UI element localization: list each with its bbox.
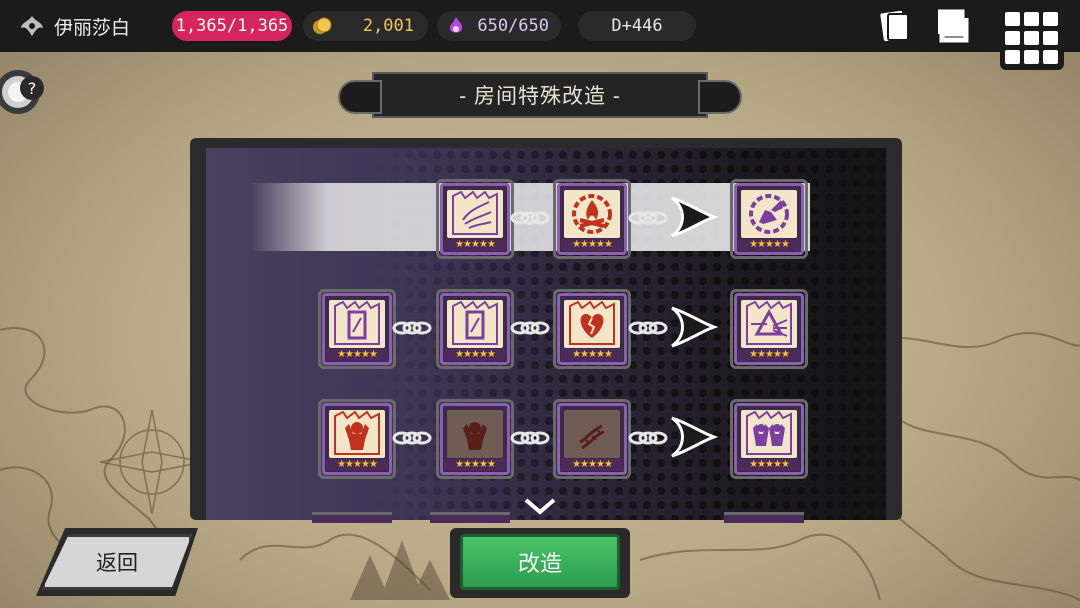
upgrade-tile[interactable]: ★★★★★ — [553, 179, 631, 259]
upgrade-arrow-icon — [671, 306, 719, 348]
upgrade-tile[interactable]: ★★★★★ — [318, 399, 396, 479]
star-rating: ★★★★★ — [561, 349, 623, 361]
next-row-tile — [430, 512, 510, 523]
svg-text:?: ? — [28, 79, 37, 98]
result-tile[interactable]: ★★★★★ — [730, 399, 808, 479]
glass-panel-icon — [452, 300, 498, 345]
broken-heart-icon — [569, 300, 615, 345]
brawler-icon — [463, 422, 487, 450]
chain-link-icon — [510, 321, 550, 335]
result-tile[interactable]: ★★★★★ — [730, 179, 808, 259]
star-rating: ★★★★★ — [326, 349, 388, 361]
back-button-label: 返回 — [96, 552, 138, 575]
player-info[interactable]: 伊丽莎白 — [18, 10, 130, 42]
chain-link-icon — [628, 321, 668, 335]
gold-coin-icon — [313, 17, 332, 34]
upgrade-arrow-icon — [671, 196, 719, 238]
star-rating: ★★★★★ — [444, 459, 506, 471]
crest-icon — [21, 16, 43, 36]
player-name: 伊丽莎白 — [54, 16, 131, 39]
day-counter: D+446 — [578, 11, 696, 41]
chain-link-icon — [628, 211, 668, 225]
page-title-text: - 房间特殊改造 - — [459, 85, 621, 108]
winged-boot-gear-icon — [749, 194, 789, 234]
star-rating: ★★★★★ — [738, 239, 800, 251]
star-rating: ★★★★★ — [561, 239, 623, 251]
upgrade-arrow-icon — [671, 416, 719, 458]
modify-button-label: 改造 — [517, 551, 562, 576]
day-value: D+446 — [611, 16, 663, 36]
hp-counter: 1,365/1,365 — [172, 11, 292, 41]
next-row-tile — [724, 512, 804, 523]
help-icon[interactable]: ? — [0, 66, 48, 118]
chain-link-icon — [510, 211, 550, 225]
star-rating: ★★★★★ — [738, 349, 800, 361]
map-scroll-icon[interactable] — [932, 6, 974, 46]
upgrade-tile[interactable]: ★★★★★ — [553, 399, 631, 479]
grid-menu-icon[interactable] — [1000, 8, 1064, 70]
chain-link-icon — [392, 321, 432, 335]
star-rating: ★★★★★ — [326, 459, 388, 471]
brawler-icon — [334, 410, 380, 455]
card-deck-icon[interactable] — [874, 6, 914, 46]
prism-icon — [746, 300, 792, 345]
next-row-tile — [312, 512, 392, 523]
dna-icon — [579, 424, 605, 450]
upgrade-tile[interactable]: ★★★★★ — [553, 289, 631, 369]
modify-button[interactable]: 改造 — [460, 534, 620, 590]
mana-flame-icon — [449, 17, 463, 33]
chevron-down-icon[interactable] — [522, 496, 558, 516]
hp-value: 1,365/1,365 — [175, 16, 289, 36]
upgrade-tile[interactable]: ★★★★★ — [318, 289, 396, 369]
mana-counter: 650/650 — [437, 11, 561, 41]
page-title: - 房间特殊改造 - — [338, 72, 742, 118]
star-rating: ★★★★★ — [444, 239, 506, 251]
upgrade-tile[interactable]: ★★★★★ — [436, 399, 514, 479]
mana-value: 650/650 — [477, 16, 549, 36]
top-status-bar: 伊丽莎白 1,365/1,365 2,001 650/650 D+446 — [0, 0, 1080, 70]
gold-value: 2,001 — [362, 16, 414, 36]
chain-link-icon — [392, 431, 432, 445]
upgrade-tile[interactable]: ★★★★★ — [436, 179, 514, 259]
star-rating: ★★★★★ — [738, 459, 800, 471]
chain-link-icon — [628, 431, 668, 445]
result-tile[interactable]: ★★★★★ — [730, 289, 808, 369]
wind-feather-icon — [452, 190, 498, 235]
star-rating: ★★★★★ — [561, 459, 623, 471]
upgrade-tile[interactable]: ★★★★★ — [436, 289, 514, 369]
twin-brawler-icon — [746, 410, 792, 455]
gold-counter: 2,001 — [303, 11, 428, 41]
chain-link-icon — [510, 431, 550, 445]
glass-panel-icon — [334, 300, 380, 345]
star-rating: ★★★★★ — [444, 349, 506, 361]
bonfire-gear-icon — [572, 194, 612, 234]
